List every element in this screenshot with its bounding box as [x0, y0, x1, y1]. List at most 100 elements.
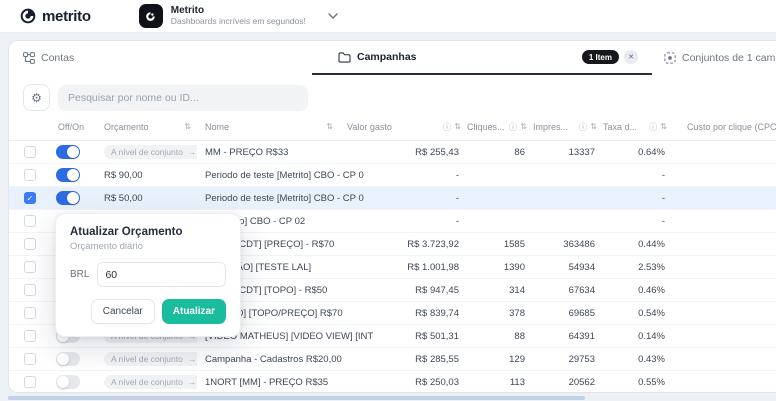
- row-toggle[interactable]: [56, 191, 80, 205]
- row-budget[interactable]: R$ 90,00: [93, 170, 197, 181]
- info-icon[interactable]: ⓘ: [649, 121, 658, 133]
- tab-contas[interactable]: Contas: [23, 41, 74, 75]
- col-taxa: Taxa d... ⓘ ⇅: [603, 121, 673, 133]
- gear-icon[interactable]: ⚙: [23, 84, 50, 111]
- table-row[interactable]: R$ 90,00 Periodo de teste [Metrito] CBO …: [9, 164, 776, 187]
- row-cliques: 88: [467, 331, 533, 342]
- row-name: 1NORT [MM] - PREÇO R$35: [197, 377, 339, 388]
- toggle-knob: [57, 353, 69, 365]
- row-valor: -: [339, 170, 467, 181]
- row-budget[interactable]: A nível de conjunto→: [93, 352, 197, 366]
- sort-icon[interactable]: ⇅: [184, 122, 191, 131]
- row-taxa: 0.44%: [603, 239, 673, 250]
- metrito-logo-icon: [20, 8, 36, 24]
- row-checkbox[interactable]: [24, 307, 36, 319]
- row-budget[interactable]: A nível de conjunto →: [93, 375, 197, 389]
- row-valor: -: [339, 216, 467, 227]
- col-cliques: Cliques... ⓘ ⇅: [467, 121, 533, 133]
- row-checkbox[interactable]: ✓: [24, 192, 36, 204]
- row-name: Periodo de teste [Metrito] CBO - CP 0: [197, 170, 339, 181]
- horizontal-scrollbar-track: [0, 395, 776, 401]
- row-valor: R$ 947,45: [339, 285, 467, 296]
- row-checkbox[interactable]: [24, 284, 36, 296]
- row-taxa: 0.46%: [603, 285, 673, 296]
- sort-icon[interactable]: ⇅: [326, 122, 333, 131]
- toggle-knob: [67, 169, 79, 181]
- row-cliques: 1390: [467, 262, 533, 273]
- toggle-knob: [67, 192, 79, 204]
- table-row[interactable]: A nível de conjunto→ MM - PREÇO R$33 R$ …: [9, 141, 776, 164]
- workspace-icon: [139, 4, 163, 28]
- row-budget[interactable]: R$ 50,00: [93, 193, 197, 204]
- row-toggle[interactable]: [56, 145, 80, 159]
- row-impressoes: 67634: [533, 285, 603, 296]
- budget-input[interactable]: [97, 262, 226, 287]
- row-checkbox[interactable]: [24, 238, 36, 250]
- row-checkbox[interactable]: [24, 261, 36, 273]
- sort-icon[interactable]: ⇅: [660, 122, 667, 131]
- col-nome: Nome ⇅: [197, 122, 339, 132]
- info-icon[interactable]: ⓘ: [509, 121, 518, 133]
- row-impressoes: 54934: [533, 262, 603, 273]
- row-taxa: 0.54%: [603, 308, 673, 319]
- pill-label: A nível de conjunto: [111, 147, 183, 157]
- pill-label: A nível de conjunto: [111, 377, 183, 387]
- row-taxa: -: [603, 216, 673, 227]
- topbar: metrito Metrito Dashboards incríveis em …: [0, 0, 776, 33]
- row-toggle[interactable]: [56, 375, 80, 389]
- info-icon[interactable]: ⓘ: [443, 121, 452, 133]
- logo-text: metrito: [42, 8, 91, 25]
- row-budget[interactable]: A nível de conjunto→: [93, 145, 197, 159]
- row-toggle[interactable]: [56, 168, 80, 182]
- row-taxa: 0.43%: [603, 354, 673, 365]
- tab-conjuntos[interactable]: Conjuntos de 1 campan: [664, 41, 776, 75]
- budget-level-pill[interactable]: A nível de conjunto→: [104, 352, 197, 366]
- row-checkbox[interactable]: [24, 146, 36, 158]
- col-cpc: Custo por clique (CPC): [673, 122, 776, 132]
- row-name: Periodo de teste [Metrito] CBO - CP 0: [197, 193, 339, 204]
- tab-spacer: [74, 41, 312, 75]
- row-checkbox[interactable]: [24, 376, 36, 388]
- row-name: MM - PREÇO R$33: [197, 147, 339, 158]
- table-row[interactable]: A nível de conjunto → 1NORT [MM] - PREÇO …: [9, 371, 776, 393]
- arrow-right-icon: →: [188, 377, 197, 387]
- row-checkbox[interactable]: [24, 353, 36, 365]
- row-checkbox[interactable]: [24, 169, 36, 181]
- table-row[interactable]: A nível de conjunto→ Campanha - Cadastro…: [9, 348, 776, 371]
- tab-contas-label: Contas: [41, 52, 74, 64]
- row-checkbox[interactable]: [24, 215, 36, 227]
- row-valor: R$ 255,43: [339, 147, 467, 158]
- row-toggle[interactable]: [56, 352, 80, 366]
- row-taxa: 0.55%: [603, 377, 673, 388]
- row-taxa: 0.64%: [603, 147, 673, 158]
- chevron-down-icon[interactable]: [328, 13, 338, 19]
- app-logo: metrito: [20, 8, 91, 25]
- search-input[interactable]: [58, 85, 308, 111]
- workspace-selector[interactable]: Metrito Dashboards incríveis em segundos…: [139, 4, 338, 28]
- info-icon[interactable]: ⓘ: [579, 121, 588, 133]
- close-icon[interactable]: ✕: [624, 50, 638, 64]
- row-valor: R$ 3.723,92: [339, 239, 467, 250]
- arrow-right-icon: →: [188, 354, 197, 364]
- budget-level-pill[interactable]: A nível de conjunto→: [104, 145, 197, 159]
- row-taxa: 0.14%: [603, 331, 673, 342]
- row-cliques: 314: [467, 285, 533, 296]
- row-cliques: 1585: [467, 239, 533, 250]
- toggle-knob: [57, 376, 69, 388]
- col-impressoes: Impres... ⓘ ⇅: [533, 121, 603, 133]
- tab-campanhas[interactable]: Campanhas 1 Item ✕: [312, 41, 652, 75]
- sort-icon[interactable]: ⇅: [454, 122, 461, 131]
- folder-icon: [338, 52, 351, 63]
- cancel-button[interactable]: Cancelar: [91, 299, 155, 324]
- row-checkbox[interactable]: [24, 330, 36, 342]
- row-name: Campanha - Cadastros R$20,00: [197, 354, 339, 365]
- row-cliques: 86: [467, 147, 533, 158]
- budget-level-pill[interactable]: A nível de conjunto →: [104, 375, 197, 389]
- table-row[interactable]: ✓ R$ 50,00 Periodo de teste [Metrito] CB…: [9, 187, 776, 210]
- sort-icon[interactable]: ⇅: [520, 122, 527, 131]
- horizontal-scrollbar-thumb[interactable]: [8, 396, 585, 400]
- update-button[interactable]: Atualizar: [162, 299, 226, 324]
- row-valor: R$ 1.001,98: [339, 262, 467, 273]
- row-valor: R$ 250,03: [339, 377, 467, 388]
- sort-icon[interactable]: ⇅: [590, 122, 597, 131]
